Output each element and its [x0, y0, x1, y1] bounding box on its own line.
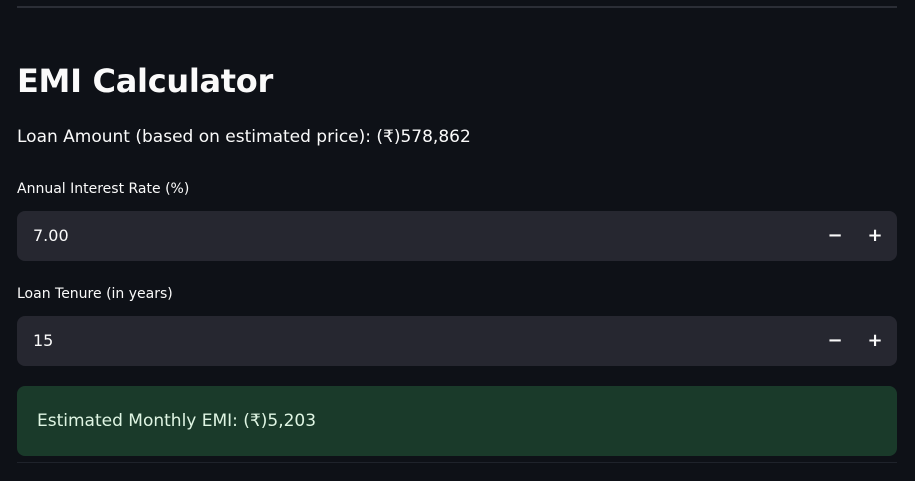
interest-rate-decrement-button[interactable]: − [815, 211, 855, 261]
loan-tenure-increment-button[interactable]: + [855, 316, 895, 366]
loan-amount-text: Loan Amount (based on estimated price): … [17, 127, 471, 147]
loan-tenure-label: Loan Tenure (in years) [17, 286, 173, 302]
loan-tenure-input[interactable]: 15 − + [17, 316, 897, 366]
interest-rate-label: Annual Interest Rate (%) [17, 181, 190, 197]
loan-tenure-decrement-button[interactable]: − [815, 316, 855, 366]
emi-calculator-page: EMI Calculator Loan Amount (based on est… [0, 0, 915, 481]
top-divider [17, 6, 897, 8]
interest-rate-input[interactable]: 7.00 − + [17, 211, 897, 261]
interest-rate-increment-button[interactable]: + [855, 211, 895, 261]
interest-rate-value[interactable]: 7.00 [33, 211, 69, 261]
emi-result-box: Estimated Monthly EMI: (₹)5,203 [17, 386, 897, 456]
emi-result-text: Estimated Monthly EMI: (₹)5,203 [37, 411, 317, 431]
bottom-divider [17, 462, 897, 463]
loan-tenure-value[interactable]: 15 [33, 316, 53, 366]
page-title: EMI Calculator [17, 62, 273, 100]
